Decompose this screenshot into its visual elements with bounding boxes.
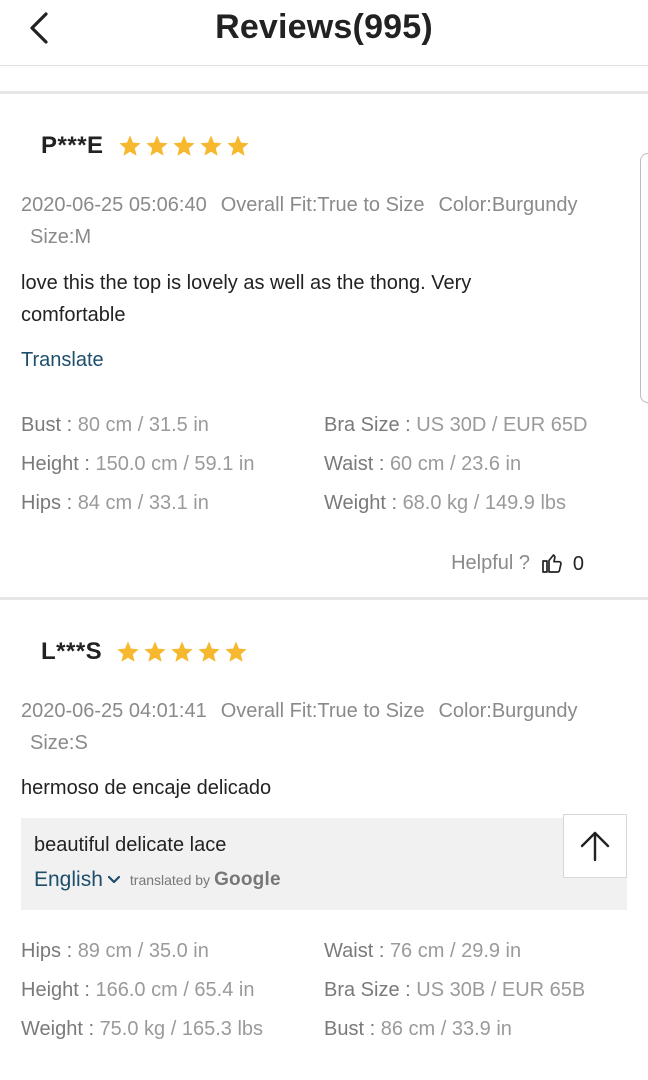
- translated-by-label: translated by: [129, 872, 211, 888]
- helpful-count: 0: [572, 553, 584, 575]
- helpful-section: Helpful ?: [451, 551, 564, 575]
- review-card: P***E 2020-06-25 05:06:40 Overall Fit:Tru…: [0, 94, 648, 597]
- star-icon: [198, 641, 220, 662]
- measure-value: 60 cm / 23.6 in: [389, 453, 522, 475]
- review-size: Size:S: [30, 732, 88, 754]
- measure-value: 166.0 cm / 65.4 in: [95, 979, 255, 1001]
- body-measurements: Hips : 89 cm / 35.0 in Waist : 76 cm / 2…: [21, 940, 631, 1057]
- star-rating: [116, 640, 248, 664]
- star-icon: [117, 641, 139, 662]
- measure-label: Waist :: [324, 453, 385, 475]
- review-size: Size:M: [30, 226, 92, 248]
- star-icon: [145, 135, 168, 156]
- measure-value: 89 cm / 35.0 in: [77, 940, 209, 962]
- measure-label: Height :: [21, 453, 90, 475]
- scroll-to-top-button[interactable]: [563, 814, 627, 878]
- measure-label: Bra Size :: [324, 979, 411, 1001]
- measure-label: Bust :: [21, 414, 73, 436]
- measure-label: Weight :: [21, 1018, 94, 1040]
- reviewer-name: L***S: [41, 638, 103, 665]
- review-card: L***S 2020-06-25 04:01:41 Overall Fit:Tru…: [0, 600, 648, 1080]
- measure-value: US 30B / EUR 65B: [416, 979, 586, 1001]
- page-title: Reviews(995): [215, 8, 433, 46]
- measure-label: Bust :: [324, 1018, 376, 1040]
- review-header: L***S: [41, 638, 248, 666]
- measure-label: Height :: [21, 979, 90, 1001]
- measure-label: Hips :: [21, 940, 73, 962]
- review-color: Color:Burgundy: [438, 700, 578, 722]
- side-drawer-handle[interactable]: [640, 153, 648, 403]
- measurement-row: Bust : 80 cm / 31.5 in Bra Size : US 30D…: [21, 414, 631, 453]
- star-icon: [144, 641, 166, 662]
- star-icon: [226, 135, 249, 156]
- measure-label: Hips :: [21, 492, 73, 514]
- measurement-row: Hips : 84 cm / 33.1 in Weight : 68.0 kg …: [21, 492, 631, 531]
- measure-label: Waist :: [324, 940, 385, 962]
- arrow-up-icon: [580, 831, 610, 862]
- google-logo: Google: [214, 869, 281, 890]
- star-icon: [225, 641, 247, 662]
- translate-link[interactable]: Translate: [21, 349, 104, 372]
- star-icon: [199, 135, 222, 156]
- review-date: 2020-06-25 05:06:40: [21, 194, 207, 216]
- measurement-row: Height : 166.0 cm / 65.4 in Bra Size : U…: [21, 979, 631, 1018]
- measure-label: Bra Size :: [324, 414, 411, 436]
- language-select[interactable]: English: [34, 868, 122, 892]
- translation-box: beautiful delicate lace English translat…: [21, 818, 627, 910]
- body-measurements: Bust : 80 cm / 31.5 in Bra Size : US 30D…: [21, 414, 631, 531]
- measurement-row: Hips : 89 cm / 35.0 in Waist : 76 cm / 2…: [21, 940, 631, 979]
- translation-footer: English translated by Google: [34, 868, 281, 892]
- review-meta: 2020-06-25 04:01:41 Overall Fit:True to S…: [21, 695, 621, 759]
- review-header: P***E: [41, 132, 250, 160]
- thumbs-up-icon[interactable]: [540, 551, 564, 575]
- overall-fit: Overall Fit:True to Size: [220, 700, 425, 722]
- measure-value: 150.0 cm / 59.1 in: [95, 453, 255, 475]
- reviewer-name: P***E: [41, 132, 104, 159]
- language-label: English: [34, 868, 103, 891]
- header-bar: Reviews(995): [0, 0, 648, 66]
- review-meta: 2020-06-25 05:06:40 Overall Fit:True to S…: [21, 189, 621, 253]
- helpful-label: Helpful ?: [451, 551, 530, 574]
- review-date: 2020-06-25 04:01:41: [21, 700, 207, 722]
- spacer: [0, 67, 648, 91]
- translated-text: beautiful delicate lace: [34, 834, 227, 856]
- star-rating: [118, 134, 250, 158]
- overall-fit: Overall Fit:True to Size: [220, 194, 425, 216]
- chevron-down-icon: [107, 875, 120, 884]
- measurement-row: Weight : 75.0 kg / 165.3 lbs Bust : 86 c…: [21, 1018, 631, 1057]
- review-comment: love this the top is lovely as well as t…: [21, 272, 472, 326]
- measure-value: US 30D / EUR 65D: [416, 414, 588, 436]
- measure-value: 75.0 kg / 165.3 lbs: [99, 1018, 264, 1040]
- measure-value: 76 cm / 29.9 in: [389, 940, 522, 962]
- measure-label: Weight :: [324, 492, 397, 514]
- measure-value: 84 cm / 33.1 in: [77, 492, 209, 514]
- measure-value: 68.0 kg / 149.9 lbs: [402, 492, 567, 514]
- star-icon: [118, 135, 141, 156]
- measure-value: 80 cm / 31.5 in: [77, 414, 209, 436]
- measure-value: 86 cm / 33.9 in: [380, 1018, 512, 1040]
- review-color: Color:Burgundy: [438, 194, 578, 216]
- measurement-row: Height : 150.0 cm / 59.1 in Waist : 60 c…: [21, 453, 631, 492]
- star-icon: [171, 641, 193, 662]
- review-comment: hermoso de encaje delicado: [21, 777, 272, 799]
- star-icon: [172, 135, 195, 156]
